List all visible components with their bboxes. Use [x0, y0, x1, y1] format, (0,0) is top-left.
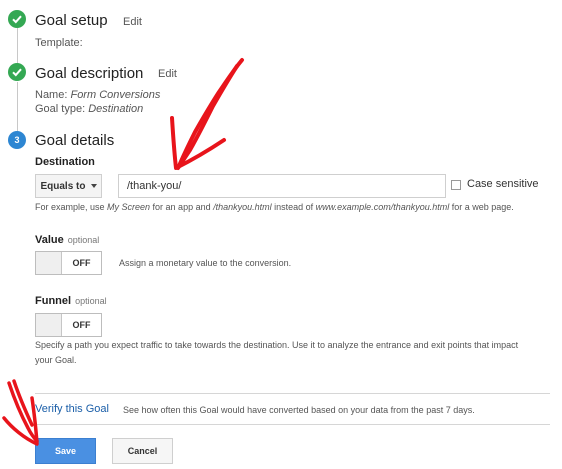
step-connector — [17, 82, 18, 132]
step-title-goal-description: Goal description — [35, 65, 144, 82]
hint-text: for a web page. — [449, 202, 514, 212]
annotation-arrow-to-destination — [170, 58, 244, 170]
hint-example: www.example.com/thankyou.html — [315, 202, 450, 212]
verify-goal-link[interactable]: Verify this Goal — [35, 403, 109, 415]
value-label-text: Value — [35, 234, 64, 246]
edit-goal-setup-link[interactable]: Edit — [123, 16, 142, 28]
step-complete-check-icon — [8, 10, 26, 28]
cancel-button[interactable]: Cancel — [112, 438, 173, 464]
funnel-description-line-2: your Goal. — [35, 355, 77, 365]
destination-input[interactable] — [118, 174, 446, 198]
destination-hint: For example, use My Screen for an app an… — [35, 202, 514, 212]
hint-text: instead of — [271, 202, 316, 212]
toggle-knob — [36, 252, 62, 274]
step-number-badge: 3 — [8, 131, 26, 149]
hint-text: for an app and — [150, 202, 214, 212]
goal-name-label: Name: — [35, 89, 68, 101]
save-button[interactable]: Save — [35, 438, 96, 464]
goal-name-row: Name: Form Conversions — [35, 89, 160, 101]
case-sensitive-checkbox[interactable] — [451, 180, 461, 190]
match-type-dropdown[interactable]: Equals to — [35, 174, 102, 198]
optional-tag: optional — [67, 235, 100, 245]
hint-example: My Screen — [107, 202, 151, 212]
chevron-down-icon — [90, 184, 97, 188]
step-title-goal-details: Goal details — [35, 132, 115, 149]
template-label: Template: — [35, 37, 83, 49]
funnel-toggle[interactable]: OFF — [35, 313, 102, 337]
value-toggle[interactable]: OFF — [35, 251, 102, 275]
divider — [35, 424, 550, 425]
goal-type-row: Goal type: Destination — [35, 103, 143, 115]
destination-label: Destination — [35, 156, 95, 168]
goal-name-value: Form Conversions — [70, 89, 161, 101]
toggle-knob — [36, 314, 62, 336]
hint-example: /thankyou.html — [213, 202, 272, 212]
optional-tag: optional — [75, 296, 107, 306]
value-label: Value optional — [35, 234, 99, 246]
funnel-label: Funnel optional — [35, 295, 107, 307]
case-sensitive-label: Case sensitive — [467, 178, 539, 190]
toggle-state: OFF — [72, 258, 91, 268]
goal-type-label: Goal type: — [35, 103, 86, 115]
edit-goal-description-link[interactable]: Edit — [158, 68, 177, 80]
hint-text: For example, use — [35, 202, 108, 212]
value-description: Assign a monetary value to the conversio… — [119, 258, 292, 268]
step-connector — [17, 28, 18, 64]
step-title-goal-setup: Goal setup — [35, 12, 108, 29]
divider — [35, 393, 550, 394]
annotation-arrow-to-save — [2, 379, 39, 446]
funnel-label-text: Funnel — [35, 295, 72, 307]
match-type-value: Equals to — [40, 180, 86, 192]
toggle-state: OFF — [72, 320, 91, 330]
goal-type-value: Destination — [88, 103, 144, 115]
funnel-description-line-1: Specify a path you expect traffic to tak… — [35, 340, 519, 350]
verify-description: See how often this Goal would have conve… — [123, 405, 475, 415]
step-complete-check-icon — [8, 63, 26, 81]
